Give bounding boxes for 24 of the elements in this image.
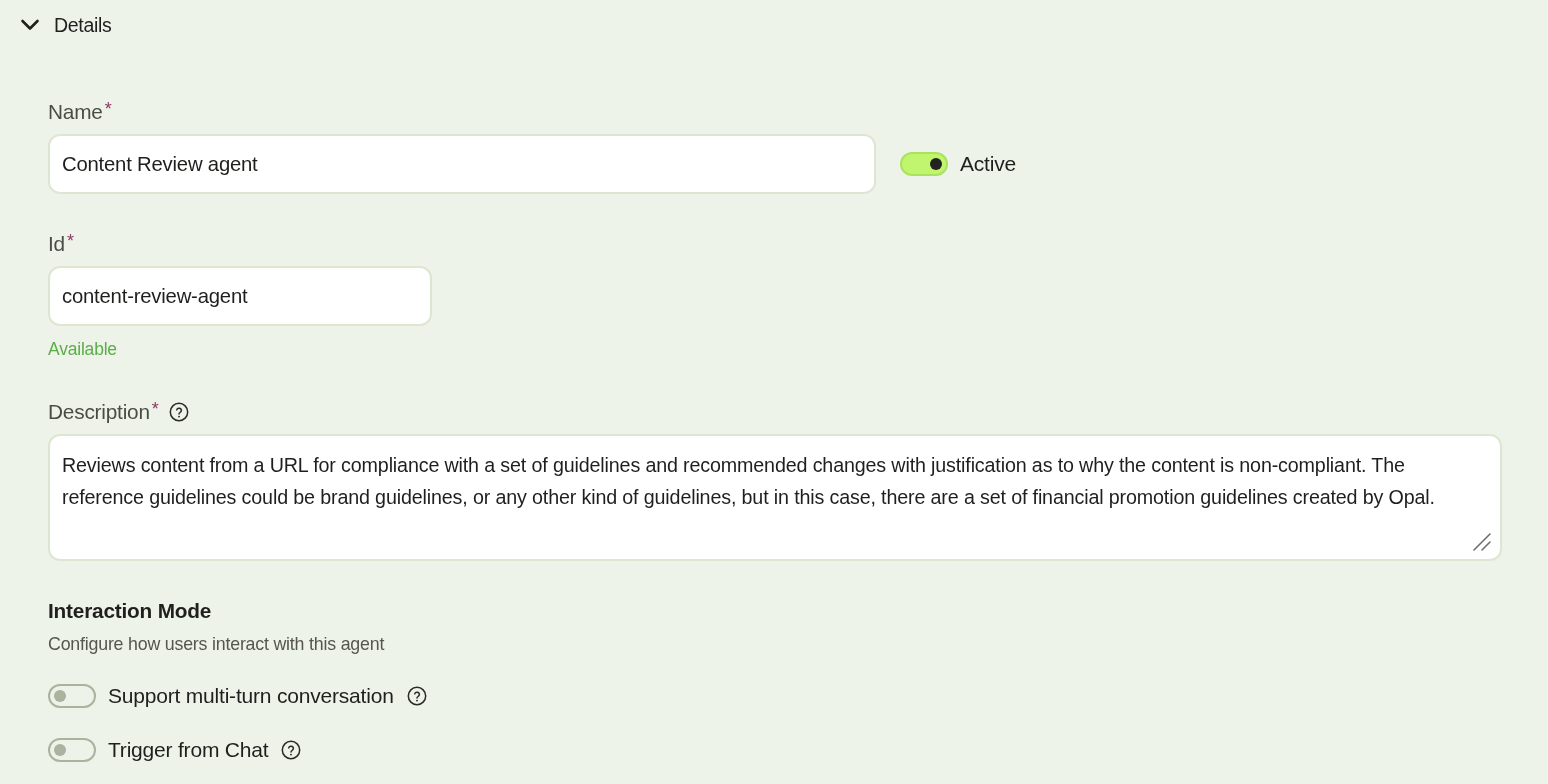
resize-handle-icon[interactable] [1471,531,1491,551]
id-input[interactable]: content-review-agent [48,266,432,326]
section-subtitle: Configure how users interact with this agent [48,633,385,655]
required-asterisk: * [104,98,112,121]
help-icon[interactable] [168,402,189,422]
toggle-switch[interactable] [48,684,96,708]
field-label: Description [48,400,150,424]
help-icon[interactable] [281,740,302,760]
section-title: Interaction Mode [48,599,212,623]
field-label: Name [48,100,103,124]
required-asterisk: * [66,230,74,253]
description-textarea[interactable]: Reviews content from a URL for compliance with a set of guidelines and recommended changes with justification as to why the content is non-compliant. The reference guidelines could be brand guidelines, or any other kind of guidelines, but in this case, there are a set of financial promotion guidelines created by Opal. [48,434,1502,561]
toggle-label: Active [960,152,1016,176]
chevron-icon [20,19,40,31]
option-label: Trigger from Chat [108,738,269,762]
section-toggle-button[interactable]: Details [20,13,112,37]
help-icon[interactable] [406,686,427,706]
field-label: Id [48,232,65,256]
name-input[interactable]: Content Review agent [48,134,876,194]
toggle-switch[interactable] [48,738,96,762]
required-asterisk: * [151,398,159,421]
toggle-switch[interactable] [900,152,948,176]
availability-status: Available [48,338,117,360]
option-label: Support multi-turn conversation [108,684,394,708]
